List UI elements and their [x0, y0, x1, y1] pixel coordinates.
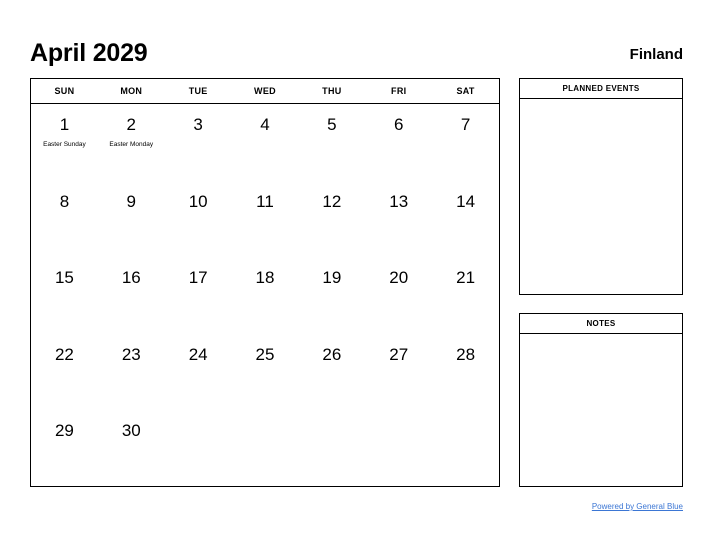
day-cell-7[interactable]: 7	[432, 104, 499, 181]
planned-events-body[interactable]	[520, 99, 682, 294]
weekday-header-mon: MON	[120, 86, 143, 96]
planned-events-title: PLANNED EVENTS	[520, 79, 682, 99]
region-label: Finland	[629, 46, 683, 63]
page-footer: Powered by General Blue	[519, 496, 683, 514]
day-cell-11[interactable]: 11	[232, 181, 299, 258]
page-header: April 2029 Finland	[30, 33, 683, 67]
day-number: 18	[255, 268, 275, 288]
day-cell-25[interactable]: 25	[232, 334, 299, 411]
day-cell-3[interactable]: 3	[165, 104, 232, 181]
weekday-header-sat: SAT	[456, 86, 475, 96]
day-number: 8	[59, 191, 70, 211]
day-cell-16[interactable]: 16	[98, 257, 165, 334]
weekday-header-wed: WED	[254, 86, 276, 96]
day-cell-24[interactable]: 24	[165, 334, 232, 411]
day-cell-26[interactable]: 26	[298, 334, 365, 411]
day-number: 7	[460, 115, 471, 134]
weekday-header-tue: TUE	[188, 86, 208, 96]
weekday-header-sun: SUN	[54, 86, 75, 96]
day-number: 21	[456, 268, 476, 288]
weekday-header-fri: FRI	[391, 86, 407, 96]
day-cell-23[interactable]: 23	[98, 334, 165, 411]
notes-panel: NOTES	[519, 313, 683, 487]
weekday-header-thu: THU	[322, 86, 342, 96]
week-row: 29 30	[31, 410, 499, 487]
day-number: 2	[126, 115, 137, 134]
day-cell-empty	[165, 410, 232, 487]
day-number: 12	[322, 191, 342, 211]
day-cell-28[interactable]: 28	[432, 334, 499, 411]
day-cell-2[interactable]: 2 Easter Monday	[98, 104, 165, 181]
day-number: 14	[456, 191, 476, 211]
day-cell-19[interactable]: 19	[298, 257, 365, 334]
day-cell-4[interactable]: 4	[232, 104, 299, 181]
weekday-header-row: SUN MON TUE WED THU FRI SAT	[31, 79, 499, 104]
day-cell-13[interactable]: 13	[365, 181, 432, 258]
day-number: 22	[54, 344, 74, 364]
day-number: 23	[121, 344, 141, 364]
day-cell-22[interactable]: 22	[31, 334, 98, 411]
calendar-grid: SUN MON TUE WED THU FRI SAT 1 Easter Sunday 2 Eas…	[30, 78, 500, 487]
calendar-weeks: 1 Easter Sunday 2 Easter Monday 3 4 5 6 7 8 9 10 11 1…	[31, 104, 499, 487]
week-row: 8 9 10 11 12 13 14	[31, 181, 499, 258]
day-number: 28	[456, 344, 476, 364]
day-number: 1	[59, 115, 70, 134]
day-number: 11	[256, 191, 274, 211]
day-number: 6	[393, 115, 404, 134]
powered-by-link[interactable]: Powered by General Blue	[592, 502, 683, 511]
day-number: 9	[126, 191, 137, 211]
day-cell-21[interactable]: 21	[432, 257, 499, 334]
day-number: 29	[54, 421, 74, 441]
day-cell-5[interactable]: 5	[298, 104, 365, 181]
day-number: 24	[188, 344, 208, 364]
day-cell-30[interactable]: 30	[98, 410, 165, 487]
day-cell-15[interactable]: 15	[31, 257, 98, 334]
day-number: 26	[322, 344, 342, 364]
week-row: 15 16 17 18 19 20 21	[31, 257, 499, 334]
day-number: 30	[121, 421, 141, 441]
day-cell-8[interactable]: 8	[31, 181, 98, 258]
day-cell-9[interactable]: 9	[98, 181, 165, 258]
day-cell-17[interactable]: 17	[165, 257, 232, 334]
day-number: 17	[188, 268, 208, 288]
day-cell-12[interactable]: 12	[298, 181, 365, 258]
day-number: 5	[327, 115, 337, 134]
calendar-page: April 2029 Finland SUN MON TUE WED THU FRI SAT…	[0, 0, 712, 550]
day-cell-empty	[365, 410, 432, 487]
day-cell-18[interactable]: 18	[232, 257, 299, 334]
day-cell-10[interactable]: 10	[165, 181, 232, 258]
page-title: April 2029	[30, 39, 148, 67]
day-holiday-label: Easter Sunday	[43, 141, 86, 148]
day-cell-6[interactable]: 6	[365, 104, 432, 181]
notes-body[interactable]	[520, 334, 682, 486]
day-number: 13	[389, 191, 409, 211]
day-number: 20	[389, 268, 409, 288]
week-row: 22 23 24 25 26 27 28	[31, 334, 499, 411]
notes-title: NOTES	[520, 314, 682, 334]
planned-events-panel: PLANNED EVENTS	[519, 78, 683, 295]
day-holiday-label: Easter Monday	[109, 141, 154, 148]
day-number: 15	[54, 268, 74, 288]
day-number: 25	[255, 344, 275, 364]
day-cell-empty	[298, 410, 365, 487]
day-cell-empty	[232, 410, 299, 487]
day-number: 27	[389, 344, 409, 364]
day-number: 19	[322, 268, 342, 288]
day-number: 4	[260, 115, 270, 134]
day-cell-27[interactable]: 27	[365, 334, 432, 411]
day-cell-14[interactable]: 14	[432, 181, 499, 258]
day-number: 16	[121, 268, 141, 288]
day-number: 3	[193, 115, 203, 134]
week-row: 1 Easter Sunday 2 Easter Monday 3 4 5 6 7	[31, 104, 499, 181]
day-cell-empty	[432, 410, 499, 487]
day-cell-20[interactable]: 20	[365, 257, 432, 334]
day-cell-29[interactable]: 29	[31, 410, 98, 487]
day-cell-1[interactable]: 1 Easter Sunday	[31, 104, 98, 181]
day-number: 10	[188, 191, 208, 211]
